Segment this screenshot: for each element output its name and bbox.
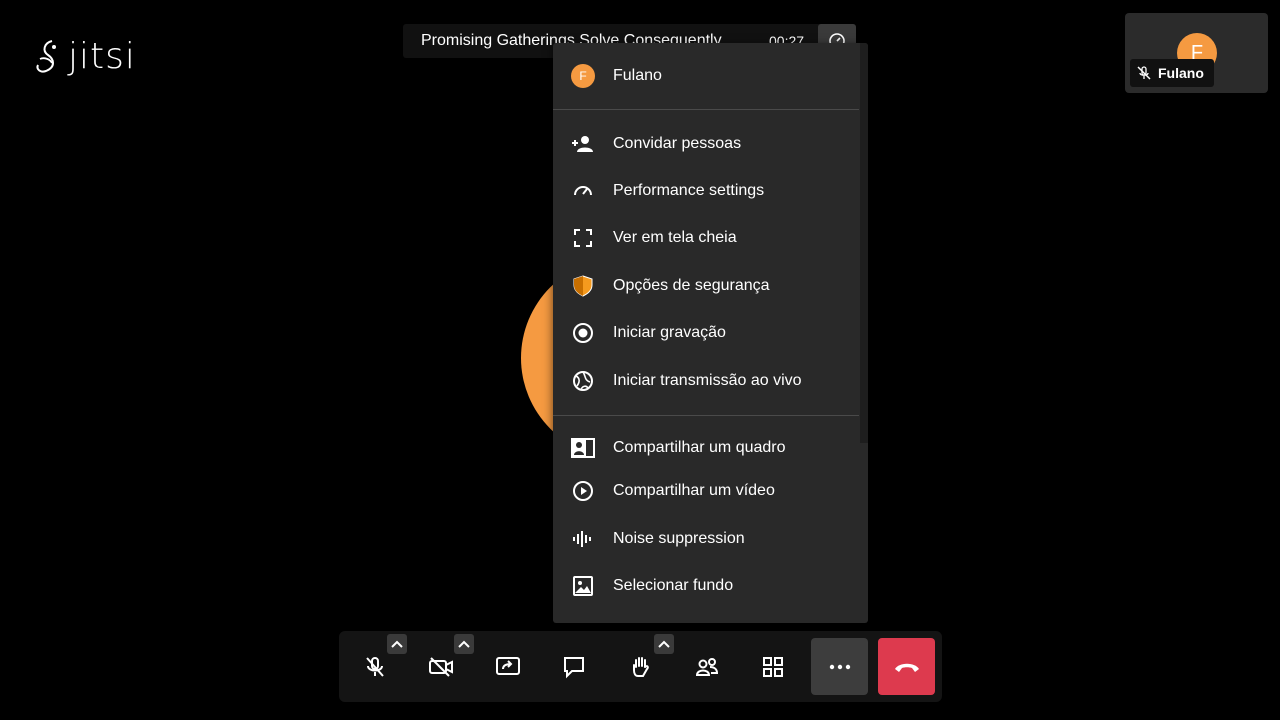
tile-view-icon [762, 656, 783, 677]
camera-off-icon [428, 656, 453, 677]
menu-profile-name: Fulano [613, 67, 662, 84]
mic-muted-icon [1137, 66, 1151, 80]
participants-button[interactable] [678, 638, 735, 695]
menu-item-label: Compartilhar um quadro [613, 439, 786, 456]
menu-item-label: Compartilhar um vídeo [613, 482, 775, 499]
shield-icon [573, 275, 593, 297]
menu-item-label: Iniciar gravação [613, 324, 726, 341]
audio-settings-toggle[interactable] [387, 634, 407, 654]
menu-item-fullscreen[interactable]: Ver em tela cheia [553, 215, 859, 261]
menu-item-invite[interactable]: Convidar pessoas [553, 121, 859, 167]
screenshare-button[interactable] [479, 638, 536, 695]
jitsi-mascot-icon [36, 39, 56, 72]
menu-item-label: Selecionar fundo [613, 577, 734, 594]
menu-divider [553, 109, 859, 110]
menu-profile[interactable]: F Fulano [553, 53, 859, 99]
menu-item-label: Ver em tela cheia [613, 229, 737, 246]
thumbnail-name: Fulano [1158, 65, 1204, 81]
mic-muted-icon [365, 656, 384, 677]
bottom-toolbar [339, 631, 942, 702]
menu-item-whiteboard[interactable]: Compartilhar um quadro [553, 425, 859, 471]
participants-icon [695, 657, 718, 676]
logo-text: jitsi [68, 36, 136, 77]
jitsi-logo: jitsi [34, 36, 136, 77]
menu-item-security[interactable]: Opções de segurança [553, 263, 859, 309]
overflow-menu: F Fulano Convidar pessoas Performance se… [553, 43, 868, 623]
video-settings-toggle[interactable] [454, 634, 474, 654]
hangup-icon [894, 663, 919, 672]
reactions-toggle[interactable] [654, 634, 674, 654]
tile-view-button[interactable] [744, 638, 801, 695]
menu-item-label: Performance settings [613, 182, 765, 199]
more-actions-button[interactable] [811, 638, 868, 695]
menu-item-label: Convidar pessoas [613, 135, 742, 152]
menu-item-performance[interactable]: Performance settings [553, 168, 859, 214]
thumbnail-name-tag: Fulano [1130, 59, 1214, 87]
menu-item-label: Opções de segurança [613, 277, 770, 294]
chevron-up-icon [658, 640, 670, 648]
chevron-up-icon [458, 640, 470, 648]
menu-scrollbar[interactable] [860, 43, 868, 443]
user-avatar: F [571, 64, 595, 88]
participant-thumbnail[interactable]: F Fulano [1125, 13, 1268, 93]
menu-item-recording[interactable]: Iniciar gravação [553, 310, 859, 356]
chat-button[interactable] [545, 638, 602, 695]
globe-icon [573, 371, 593, 391]
raise-hand-icon [632, 656, 649, 677]
waveform-icon [573, 531, 591, 547]
gauge-icon [574, 186, 592, 196]
play-icon [573, 481, 593, 501]
fullscreen-icon [574, 229, 592, 247]
invite-icon [572, 136, 593, 152]
chevron-up-icon [391, 640, 403, 648]
more-icon [829, 664, 850, 669]
whiteboard-icon [571, 438, 595, 458]
chat-icon [563, 656, 584, 678]
menu-item-livestream[interactable]: Iniciar transmissão ao vivo [553, 358, 859, 404]
menu-item-label: Iniciar transmissão ao vivo [613, 372, 802, 389]
menu-item-label: Noise suppression [613, 530, 745, 547]
image-icon [573, 576, 593, 596]
menu-divider [553, 415, 859, 416]
record-icon [573, 323, 593, 343]
menu-item-background[interactable]: Selecionar fundo [553, 563, 859, 609]
screenshare-icon [495, 656, 520, 675]
menu-item-noise-suppression[interactable]: Noise suppression [553, 516, 859, 562]
hangup-button[interactable] [878, 638, 935, 695]
menu-item-share-video[interactable]: Compartilhar um vídeo [553, 468, 859, 514]
